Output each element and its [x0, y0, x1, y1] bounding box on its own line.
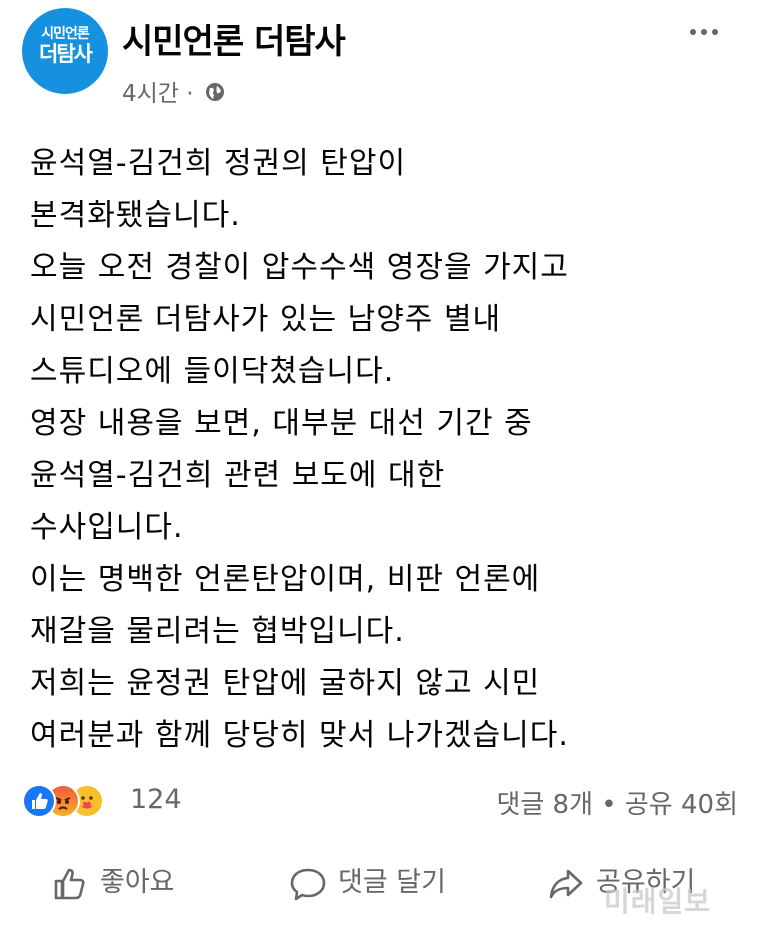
post-line: 재갈을 물리려는 협박입니다.: [30, 614, 405, 649]
share-arrow-icon: [549, 869, 583, 898]
post-line: 영장 내용을 보면, 대부분 대선 기간 중: [30, 406, 533, 441]
post-line: 이는 명백한 언론탄압이며, 비판 언론에: [30, 562, 541, 597]
post-meta: 4시간 ·: [122, 74, 225, 108]
post-line: 오늘 오전 경찰이 압수수색 영장을 가지고: [30, 250, 569, 285]
post-line: 여러분과 함께 당당히 맞서 나가겠습니다.: [30, 718, 569, 753]
like-label: 좋아요: [100, 867, 175, 898]
comment-label: 댓글 달기: [338, 867, 446, 898]
more-options-icon[interactable]: [690, 20, 730, 40]
post-line: 윤석열-김건희 정권의 탄압이: [30, 146, 407, 181]
post-line: 스튜디오에 들이닥쳤습니다.: [30, 354, 395, 389]
watermark: 미래일보: [604, 885, 712, 918]
comment-button[interactable]: 댓글 달기: [288, 860, 446, 920]
comment-share-stats[interactable]: 댓글 8개 • 공유 40회: [496, 784, 738, 821]
post-time[interactable]: 4시간 ·: [122, 81, 194, 107]
comment-bubble-icon: [290, 868, 326, 900]
post-line: 윤석열-김건희 관련 보도에 대한: [30, 458, 446, 493]
avatar-text-top: 시민언론: [41, 26, 90, 42]
post-body: 윤석열-김건희 정권의 탄압이 본격화됐습니다. 오늘 오전 경찰이 압수수색 …: [30, 138, 740, 762]
avatar-text-bottom: 더탐사: [39, 42, 93, 66]
page-name[interactable]: 시민언론 더탐사: [122, 14, 346, 63]
like-button[interactable]: 좋아요: [50, 860, 175, 920]
post-header: 시민언론 더탐사 시민언론 더탐사 4시간 ·: [0, 0, 760, 130]
post-line: 시민언론 더탐사가 있는 남양주 별내: [30, 302, 502, 337]
page-avatar[interactable]: 시민언론 더탐사: [22, 8, 108, 94]
post-line: 본격화됐습니다.: [30, 198, 241, 233]
thumbs-up-icon: [54, 868, 85, 899]
reaction-count: 124: [130, 784, 182, 815]
globe-icon: [205, 82, 225, 108]
post-line: 저희는 윤정권 탄압에 굴하지 않고 시민: [30, 666, 541, 701]
post-line: 수사입니다.: [30, 510, 184, 545]
like-icon: [22, 784, 56, 818]
